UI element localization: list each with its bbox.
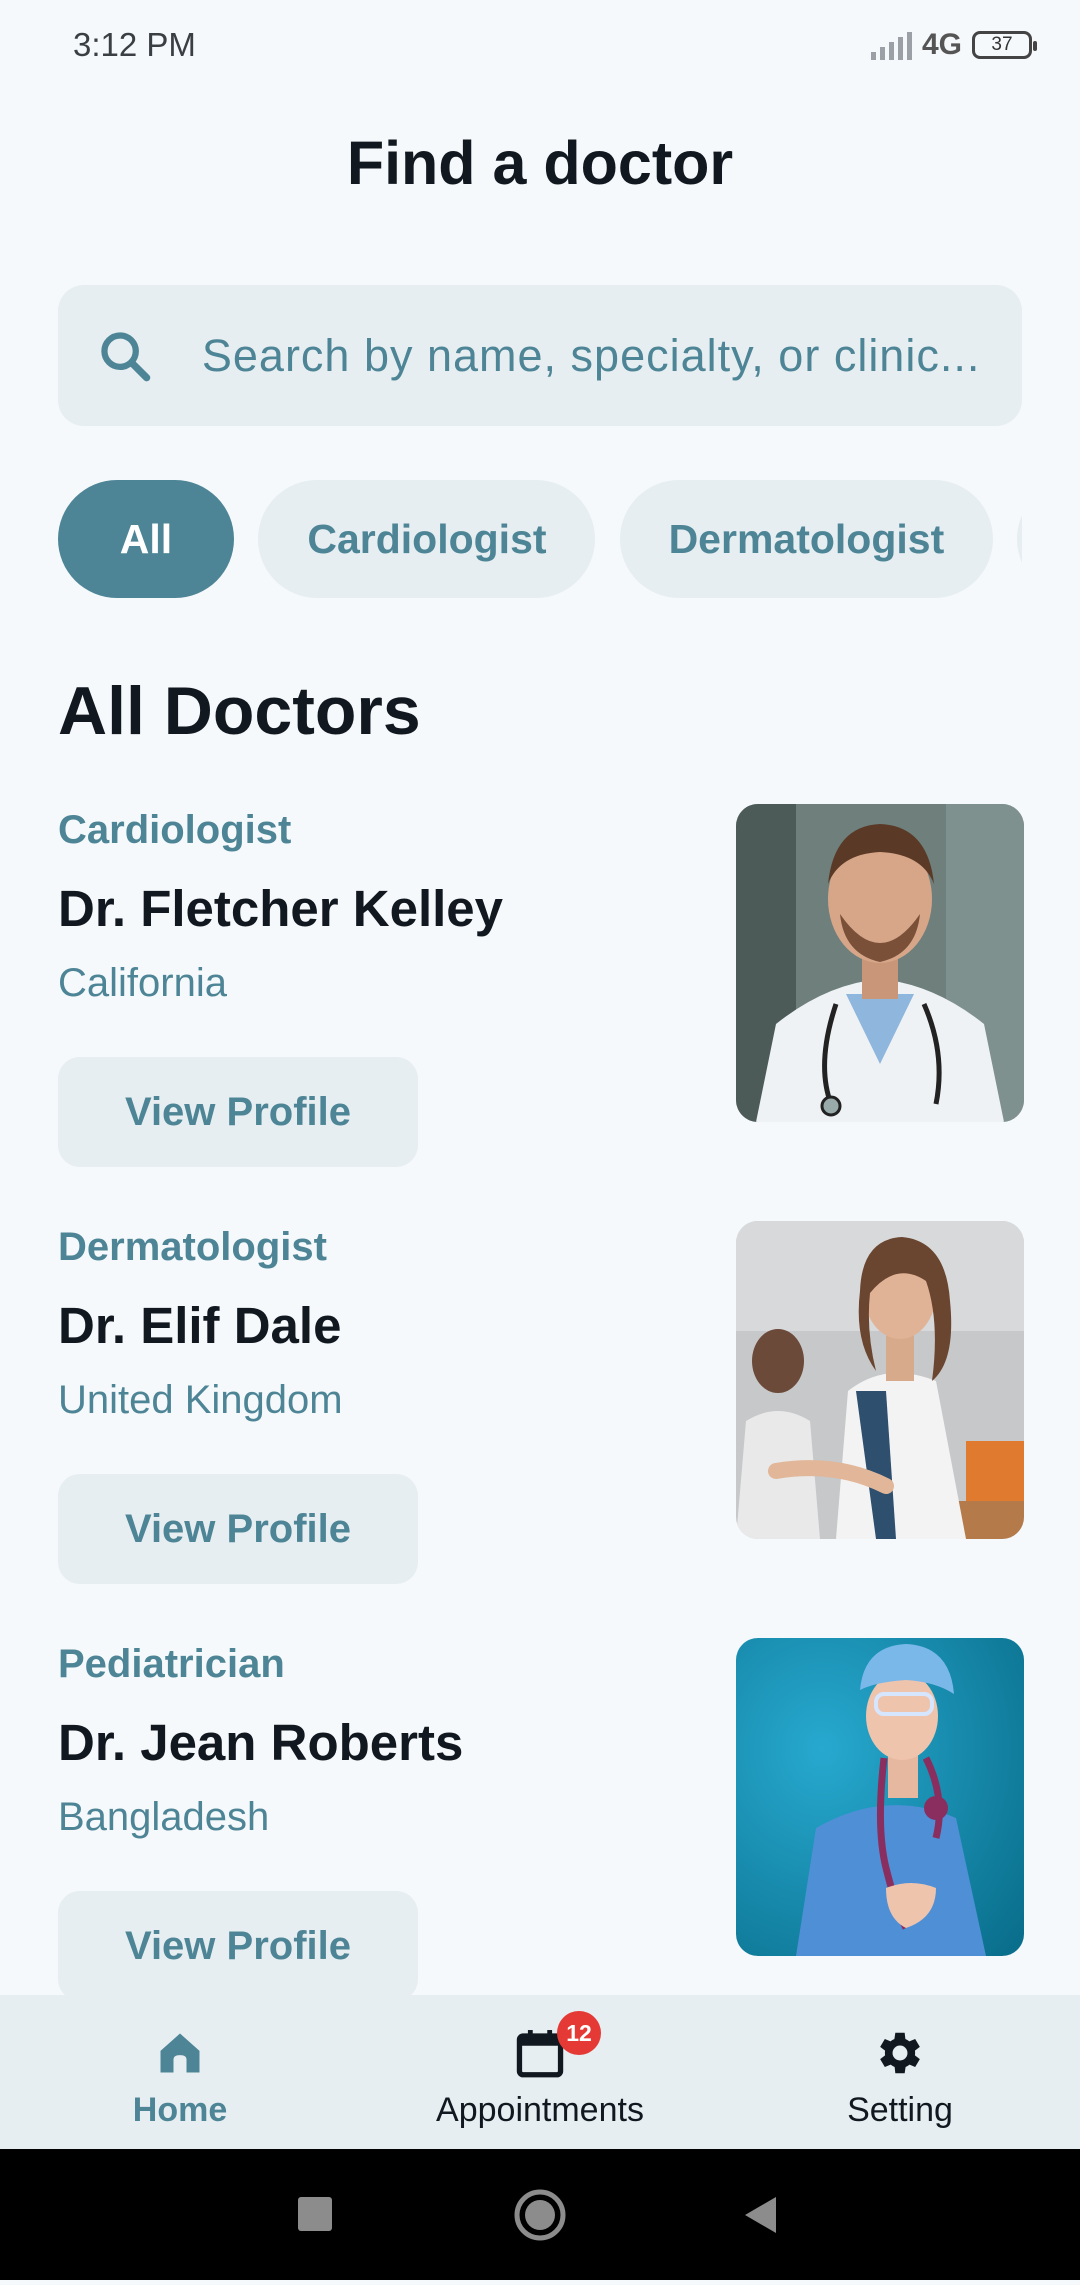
search-bar[interactable] [58, 285, 1022, 426]
recents-icon[interactable] [298, 2197, 332, 2231]
doctor-name: Dr. Jean Roberts [58, 1714, 464, 1771]
nav-home-label: Home [132, 2091, 228, 2129]
nav-setting[interactable]: Setting [820, 1995, 980, 2149]
home-icon [154, 2019, 206, 2087]
nav-appointments[interactable]: 12 Appointments [410, 1995, 670, 2149]
chip-partial[interactable] [1017, 480, 1022, 598]
doctor-location: Bangladesh [58, 1795, 270, 1839]
bottom-navigation: Home 12 Appointments Setting [0, 1995, 1080, 2149]
doctor-specialty: Cardiologist [58, 808, 292, 852]
doctor-specialty: Pediatrician [58, 1642, 285, 1686]
status-time: 3:12 PM [73, 26, 196, 63]
view-profile-button[interactable]: View Profile [58, 1891, 418, 2001]
doctor-photo[interactable] [736, 1638, 1024, 1956]
doctor-photo[interactable] [736, 804, 1024, 1122]
view-profile-button[interactable]: View Profile [58, 1474, 418, 1584]
chip-cardiologist[interactable]: Cardiologist [258, 480, 596, 598]
network-type: 4G [921, 28, 962, 61]
status-indicators: 4G 37 [870, 28, 1037, 62]
calendar-icon: 12 [511, 2011, 601, 2087]
system-navigation-bar [0, 2149, 1080, 2280]
battery-icon: 37 [972, 31, 1037, 59]
doctor-name: Dr. Fletcher Kelley [58, 880, 504, 937]
doctor-specialty: Dermatologist [58, 1225, 327, 1269]
nav-setting-label: Setting [847, 2091, 953, 2129]
nav-home[interactable]: Home [110, 1995, 250, 2149]
search-icon [101, 331, 151, 381]
chip-all[interactable]: All [58, 480, 234, 598]
appointments-badge: 12 [557, 2011, 601, 2055]
doctor-location: California [58, 961, 227, 1005]
doctor-card[interactable]: Pediatrician Dr. Jean Roberts Bangladesh… [58, 1638, 1024, 2001]
signal-icon [870, 30, 912, 60]
doctor-name: Dr. Elif Dale [58, 1297, 342, 1354]
status-bar: 3:12 PM 4G 37 [0, 0, 1080, 96]
page-title: Find a doctor [346, 129, 734, 197]
doctor-photo[interactable] [736, 1221, 1024, 1539]
doctor-location: United Kingdom [58, 1378, 343, 1422]
doctor-card[interactable]: Cardiologist Dr. Fletcher Kelley Califor… [58, 804, 1024, 1167]
gear-icon [872, 2019, 928, 2087]
back-icon[interactable] [745, 2197, 776, 2233]
specialty-filter-chips: All Cardiologist Dermatologist [58, 480, 1022, 598]
section-title: All Doctors [58, 673, 421, 749]
doctor-card[interactable]: Dermatologist Dr. Elif Dale United Kingd… [58, 1221, 1024, 1584]
battery-level: 37 [991, 34, 1013, 55]
search-input[interactable] [199, 328, 1022, 383]
view-profile-button[interactable]: View Profile [58, 1057, 418, 1167]
chip-dermatologist[interactable]: Dermatologist [619, 480, 993, 598]
nav-appointments-label: Appointments [436, 2091, 644, 2129]
